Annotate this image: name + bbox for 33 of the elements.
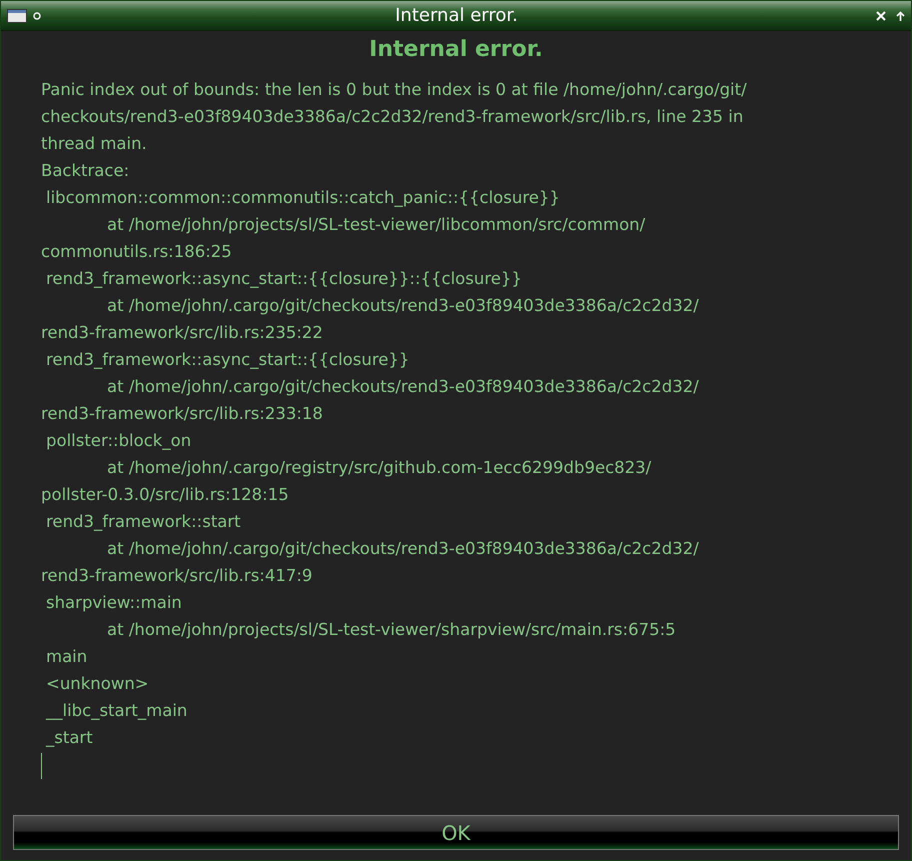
message-line: rend3-framework/src/lib.rs:235:22 (41, 323, 323, 342)
ok-button[interactable]: OK (13, 815, 899, 850)
dialog-heading: Internal error. (369, 37, 543, 62)
window-icon[interactable] (7, 8, 27, 22)
message-line: main (46, 647, 88, 666)
message-line: at /home/john/.cargo/git/checkouts/rend3-e03f89403de3386a/c2c2d32/ (107, 296, 699, 315)
message-line: _start (46, 728, 93, 747)
text-cursor (41, 753, 42, 779)
message-line: at /home/john/projects/sl/SL-test-viewer/sharpview/src/main.rs:675:5 (107, 620, 676, 639)
message-line: at /home/john/.cargo/git/checkouts/rend3-e03f89403de3386a/c2c2d32/ (107, 539, 699, 558)
message-line: Backtrace: (41, 161, 130, 180)
window-title: Internal error. (394, 5, 519, 26)
message-line: rend3-framework/src/lib.rs:417:9 (41, 566, 312, 585)
message-line: rend3_framework::async_start::{{closure}} (46, 350, 410, 369)
message-line: commonutils.rs:186:25 (41, 242, 232, 261)
message-line: rend3_framework::start (46, 512, 241, 531)
message-line: __libc_start_main (46, 701, 188, 720)
pin-icon[interactable] (33, 12, 41, 20)
arrow-up-icon[interactable] (896, 10, 905, 20)
message-line: at /home/john/projects/sl/SL-test-viewer/libcommon/src/common/ (107, 215, 646, 234)
message-line: pollster::block_on (46, 431, 192, 450)
close-icon[interactable] (876, 10, 886, 20)
message-line: <unknown> (46, 674, 149, 693)
message-line: rend3-framework/src/lib.rs:233:18 (41, 404, 323, 423)
message-line: libcommon::common::commonutils::catch_panic::{{closure}} (46, 188, 560, 207)
message-line: at /home/john/.cargo/git/checkouts/rend3-e03f89403de3386a/c2c2d32/ (107, 377, 699, 396)
message-line: pollster-0.3.0/src/lib.rs:128:15 (41, 485, 289, 504)
message-line: checkouts/rend3-e03f89403de3386a/c2c2d32/rend3-framework/src/lib.rs, line 235 in (41, 107, 744, 126)
message-line: Panic index out of bounds: the len is 0 but the index is 0 at file /home/john/.cargo/git/ (41, 80, 747, 99)
message-line: thread main. (41, 134, 147, 153)
message-line: at /home/john/.cargo/registry/src/github.com-1ecc6299db9ec823/ (107, 458, 652, 477)
message-line: sharpview::main (46, 593, 182, 612)
message-line: rend3_framework::async_start::{{closure}}::{{closure}} (46, 269, 522, 288)
